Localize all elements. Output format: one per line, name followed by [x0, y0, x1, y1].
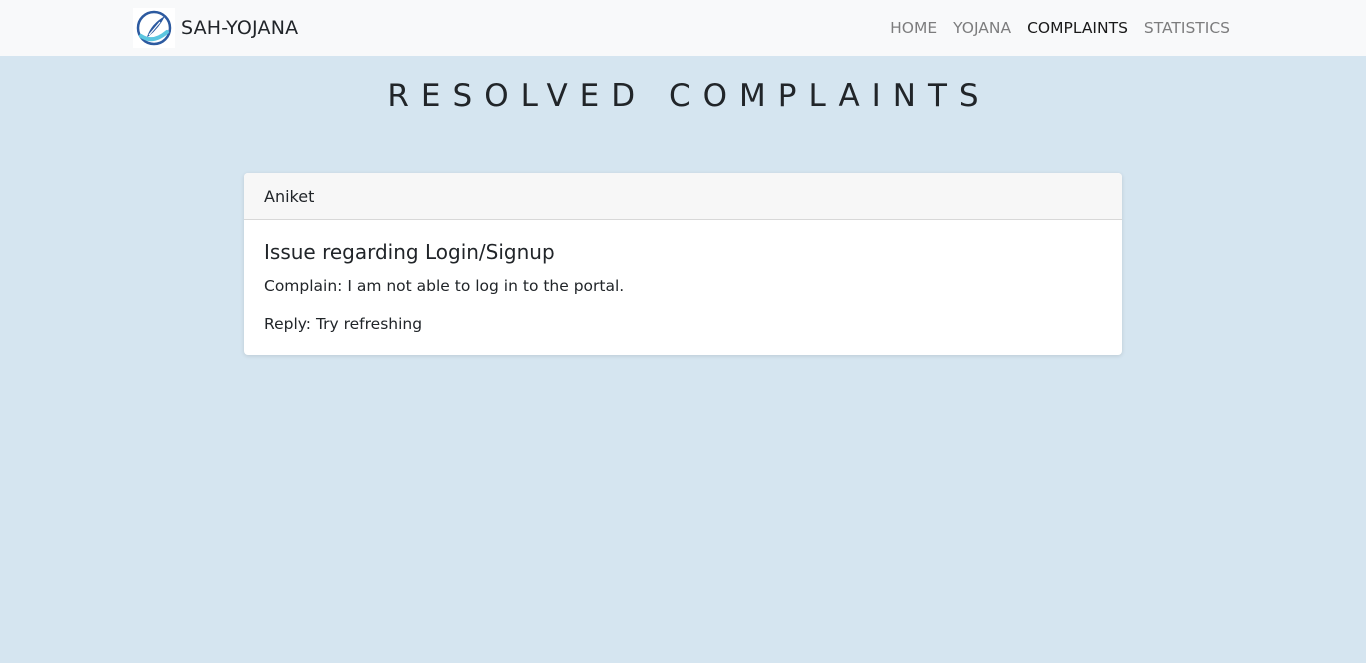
- nav-link-home[interactable]: HOME: [890, 19, 937, 37]
- nav-link-complaints[interactable]: COMPLAINTS: [1027, 19, 1128, 37]
- complaint-card: Aniket Issue regarding Login/Signup Comp…: [244, 173, 1122, 355]
- main-nav: HOME YOJANA COMPLAINTS STATISTICS: [890, 0, 1230, 56]
- navbar: SAH-YOJANA HOME YOJANA COMPLAINTS STATIS…: [0, 0, 1366, 56]
- brand-link[interactable]: SAH-YOJANA: [133, 8, 298, 48]
- complaint-reply: Reply: Try refreshing: [264, 315, 423, 333]
- complaint-user: Aniket: [244, 173, 1122, 220]
- feather-quill-logo-icon: [133, 8, 175, 48]
- nav-link-statistics[interactable]: STATISTICS: [1144, 19, 1230, 37]
- complaint-body: Issue regarding Login/Signup Complain: I…: [244, 220, 1122, 355]
- nav-link-yojana[interactable]: YOJANA: [953, 19, 1011, 37]
- page-title: RESOLVED COMPLAINTS: [387, 78, 991, 114]
- complaint-text: Complain: I am not able to log in to the…: [264, 277, 625, 295]
- brand-name: SAH-YOJANA: [181, 17, 299, 39]
- complaint-subject: Issue regarding Login/Signup: [264, 240, 555, 264]
